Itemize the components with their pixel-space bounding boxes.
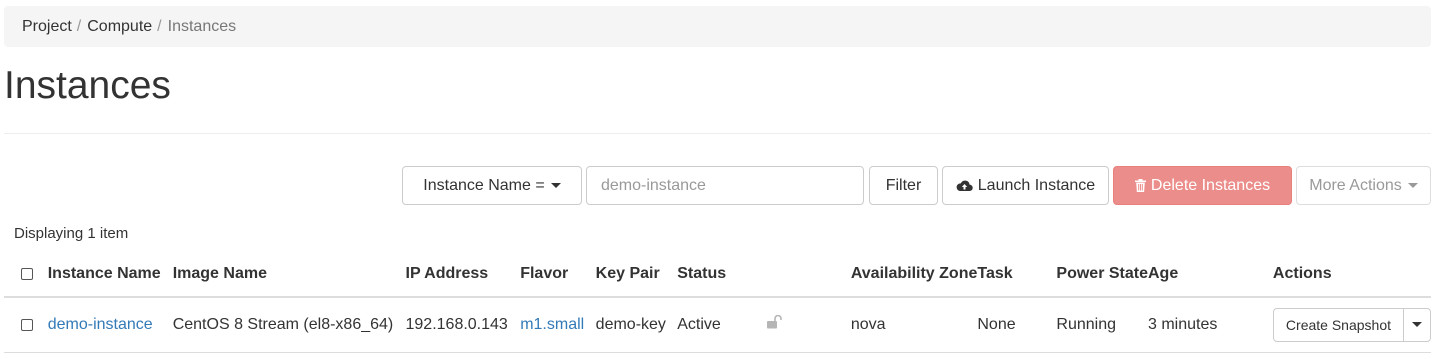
create-snapshot-button[interactable]: Create Snapshot: [1274, 308, 1404, 341]
launch-instance-label: Launch Instance: [977, 176, 1096, 194]
column-header-flavor[interactable]: Flavor: [520, 252, 595, 297]
breadcrumb-separator: /: [157, 17, 162, 35]
column-header-status[interactable]: Status: [677, 252, 760, 297]
column-header-task[interactable]: Task: [977, 252, 1056, 297]
instance-name-link[interactable]: demo-instance: [48, 316, 153, 333]
breadcrumb-instances: Instances: [167, 17, 237, 35]
breadcrumb-project[interactable]: Project: [22, 18, 72, 36]
column-header-ip-address[interactable]: IP Address: [406, 252, 521, 297]
cell-status: Active: [677, 315, 721, 333]
chevron-down-icon: [1407, 183, 1418, 188]
title-divider: [4, 133, 1431, 134]
column-header-lock: [760, 252, 851, 297]
column-header-age[interactable]: Age: [1148, 252, 1273, 297]
trash-icon: [1134, 179, 1146, 192]
more-actions-button[interactable]: More Actions: [1296, 166, 1431, 205]
breadcrumb-separator: /: [76, 17, 82, 35]
row-select-cell: [4, 297, 48, 352]
column-header-actions: Actions: [1272, 265, 1332, 282]
row-checkbox[interactable]: [21, 318, 33, 331]
row-actions-dropdown-toggle[interactable]: [1404, 309, 1430, 341]
cell-task: None: [977, 315, 1016, 333]
instances-table: Instance Name Image Name IP Address Flav…: [4, 252, 1431, 353]
more-actions-label: More Actions: [1309, 176, 1402, 194]
filter-field-label: Instance Name =: [423, 176, 545, 194]
cell-actions: Create Snapshot: [1272, 297, 1431, 352]
cell-age: 3 minutes: [1148, 315, 1218, 333]
cell-availability-zone: nova: [850, 315, 886, 333]
cell-key-pair: demo-key: [595, 315, 666, 333]
cell-ip-address: 192.168.0.143: [405, 315, 508, 333]
row-actions-group: Create Snapshot: [1272, 307, 1431, 342]
breadcrumb-compute[interactable]: Compute: [87, 18, 152, 36]
item-count: Displaying 1 item: [14, 225, 129, 242]
page-title: Instances: [4, 64, 171, 107]
column-header-availability-zone[interactable]: Availability Zone: [851, 252, 978, 297]
column-header-image-name[interactable]: Image Name: [173, 252, 406, 297]
search-input[interactable]: [586, 166, 864, 205]
breadcrumb: Project / Compute / Instances: [4, 6, 1431, 47]
column-header-key-pair[interactable]: Key Pair: [596, 252, 678, 297]
select-all-checkbox[interactable]: [21, 267, 33, 280]
table-row: demo-instance CentOS 8 Stream (el8-x86_6…: [4, 297, 1431, 352]
cloud-upload-icon: [956, 179, 973, 192]
select-all-cell: [4, 252, 48, 297]
column-header-power-state[interactable]: Power State: [1056, 252, 1148, 297]
filter-button[interactable]: Filter: [869, 166, 938, 205]
cell-instance-name: demo-instance: [48, 297, 173, 352]
filter-button-label: Filter: [885, 176, 922, 194]
delete-instances-button[interactable]: Delete Instances: [1113, 166, 1292, 205]
cell-flavor: m1.small: [520, 297, 595, 352]
filter-field-dropdown[interactable]: Instance Name =: [402, 166, 582, 205]
column-header-instance-name[interactable]: Instance Name: [48, 252, 173, 297]
unlocked-padlock-icon[interactable]: [766, 315, 782, 334]
flavor-link[interactable]: m1.small: [520, 316, 584, 333]
delete-instances-label: Delete Instances: [1150, 176, 1271, 194]
cell-lock: [760, 297, 851, 352]
table-header-row: Instance Name Image Name IP Address Flav…: [4, 252, 1431, 297]
launch-instance-button[interactable]: Launch Instance: [942, 166, 1109, 205]
cell-power-state: Running: [1056, 315, 1117, 333]
chevron-down-icon: [1412, 322, 1422, 328]
chevron-down-icon: [550, 183, 561, 188]
cell-image-name: CentOS 8 Stream (el8-x86_64): [172, 315, 394, 333]
